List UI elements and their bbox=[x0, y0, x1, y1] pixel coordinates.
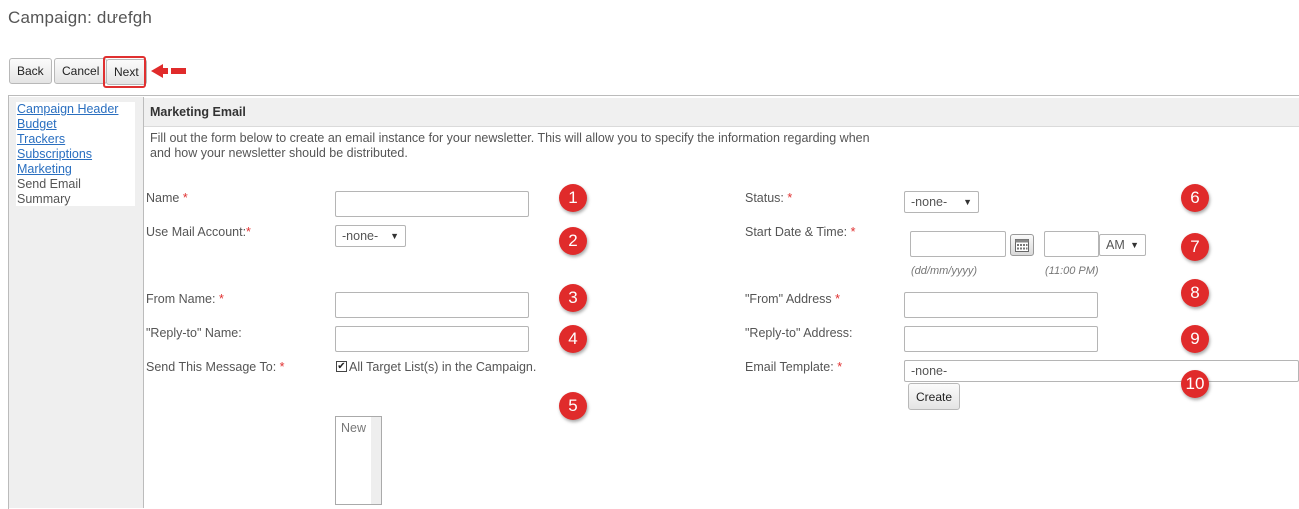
annotation-badge-5: 5 bbox=[559, 392, 587, 420]
next-highlight-frame bbox=[103, 56, 146, 88]
mail-account-label: Use Mail Account:* bbox=[146, 225, 251, 239]
required-marker: * bbox=[850, 225, 856, 239]
reply-to-name-input[interactable] bbox=[335, 326, 529, 352]
annotation-badge-8: 8 bbox=[1181, 279, 1209, 307]
target-list-listbox[interactable]: New bbox=[335, 416, 382, 505]
time-format-hint: (11:00 PM) bbox=[1045, 265, 1099, 277]
page-title: Campaign: dưefgh bbox=[8, 8, 153, 27]
target-list-option[interactable]: New bbox=[341, 421, 366, 435]
wizard-steps: Campaign Header Budget Trackers Subscrip… bbox=[16, 102, 135, 206]
chevron-down-icon: ▼ bbox=[1130, 240, 1139, 250]
section-title: Marketing Email bbox=[150, 105, 246, 119]
email-template-select[interactable]: -none- bbox=[904, 360, 1299, 382]
start-date-input[interactable] bbox=[910, 231, 1006, 257]
cancel-button[interactable]: Cancel bbox=[54, 58, 108, 84]
ampm-select[interactable]: AM ▼ bbox=[1099, 234, 1146, 256]
required-marker: * bbox=[279, 360, 285, 374]
sidebar-item-marketing[interactable]: Marketing bbox=[17, 162, 72, 177]
calendar-button[interactable] bbox=[1010, 234, 1034, 256]
from-name-label: From Name: * bbox=[146, 292, 224, 306]
annotation-badge-9: 9 bbox=[1181, 325, 1209, 353]
send-to-checkbox[interactable]: ✔ bbox=[336, 361, 347, 372]
required-marker: * bbox=[787, 191, 793, 205]
arrow-left-icon bbox=[151, 64, 186, 78]
email-template-label: Email Template: * bbox=[745, 360, 843, 374]
annotation-badge-7: 7 bbox=[1181, 233, 1209, 261]
sidebar-item-budget[interactable]: Budget bbox=[17, 117, 57, 132]
annotation-badge-4: 4 bbox=[559, 325, 587, 353]
mail-account-select[interactable]: -none- ▼ bbox=[335, 225, 406, 247]
from-name-input[interactable] bbox=[335, 292, 529, 318]
annotation-badge-6: 6 bbox=[1181, 184, 1209, 212]
required-marker: * bbox=[835, 292, 841, 306]
reply-to-address-label: "Reply-to" Address: bbox=[745, 326, 853, 340]
status-select[interactable]: -none- ▼ bbox=[904, 191, 979, 213]
reply-to-address-input[interactable] bbox=[904, 326, 1098, 352]
date-format-hint: (dd/mm/yyyy) bbox=[911, 265, 977, 277]
sidebar-item-summary: Summary bbox=[17, 192, 71, 206]
annotation-badge-2: 2 bbox=[559, 227, 587, 255]
sidebar-item-send-email: Send Email bbox=[17, 177, 81, 191]
reply-to-name-label: "Reply-to" Name: bbox=[146, 326, 242, 340]
required-marker: * bbox=[837, 360, 843, 374]
required-marker: * bbox=[182, 191, 188, 205]
section-header bbox=[144, 98, 1299, 127]
listbox-scrollbar[interactable] bbox=[371, 417, 381, 504]
required-marker: * bbox=[218, 292, 224, 306]
annotation-badge-1: 1 bbox=[559, 184, 587, 212]
annotation-badge-10: 10 bbox=[1181, 370, 1209, 398]
calendar-icon bbox=[1015, 239, 1029, 252]
section-description: Fill out the form below to create an ema… bbox=[150, 131, 870, 160]
start-time-input[interactable] bbox=[1044, 231, 1099, 257]
chevron-down-icon: ▼ bbox=[390, 231, 399, 241]
start-date-time-label: Start Date & Time: * bbox=[745, 225, 856, 239]
send-to-checkbox-label: All Target List(s) in the Campaign. bbox=[349, 360, 537, 374]
name-input[interactable] bbox=[335, 191, 529, 217]
from-address-label: "From" Address * bbox=[745, 292, 841, 306]
sidebar-item-campaign-header[interactable]: Campaign Header bbox=[17, 102, 118, 117]
create-template-button[interactable]: Create bbox=[908, 383, 961, 410]
status-label: Status: * bbox=[745, 191, 793, 205]
send-to-label: Send This Message To: * bbox=[146, 360, 285, 374]
chevron-down-icon: ▼ bbox=[963, 197, 972, 207]
from-address-input[interactable] bbox=[904, 292, 1098, 318]
sidebar-item-trackers[interactable]: Trackers bbox=[17, 132, 65, 147]
name-label: Name * bbox=[146, 191, 188, 205]
back-button[interactable]: Back bbox=[9, 58, 52, 84]
annotation-badge-3: 3 bbox=[559, 284, 587, 312]
sidebar-item-subscriptions[interactable]: Subscriptions bbox=[17, 147, 92, 162]
required-marker: * bbox=[246, 225, 251, 239]
